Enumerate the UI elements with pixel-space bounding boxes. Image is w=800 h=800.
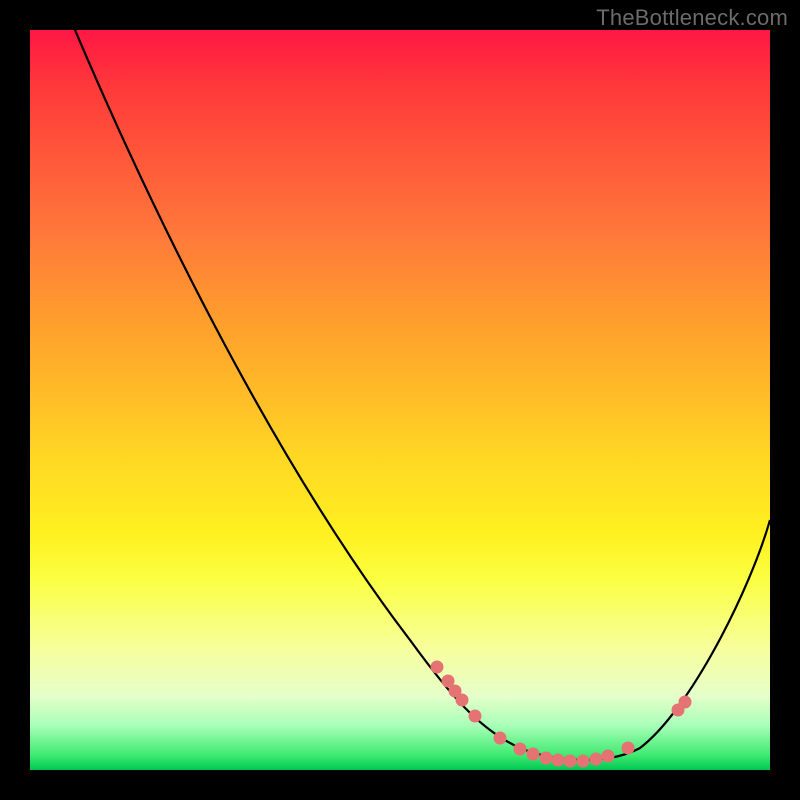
chart-svg [30, 30, 770, 770]
data-dot [622, 742, 635, 755]
data-dot [431, 661, 444, 674]
data-dot [540, 752, 553, 765]
chart-plot-area [30, 30, 770, 770]
data-dot [527, 748, 540, 761]
bottleneck-curve [75, 30, 770, 760]
data-dot [577, 755, 590, 768]
data-dot [679, 696, 692, 709]
data-dots-group [431, 661, 692, 768]
data-dot [456, 694, 469, 707]
data-dot [590, 753, 603, 766]
data-dot [602, 750, 615, 763]
data-dot [514, 743, 527, 756]
watermark-text: TheBottleneck.com [596, 5, 788, 31]
data-dot [564, 755, 577, 768]
data-dot [494, 732, 507, 745]
data-dot [469, 710, 482, 723]
data-dot [552, 754, 565, 767]
